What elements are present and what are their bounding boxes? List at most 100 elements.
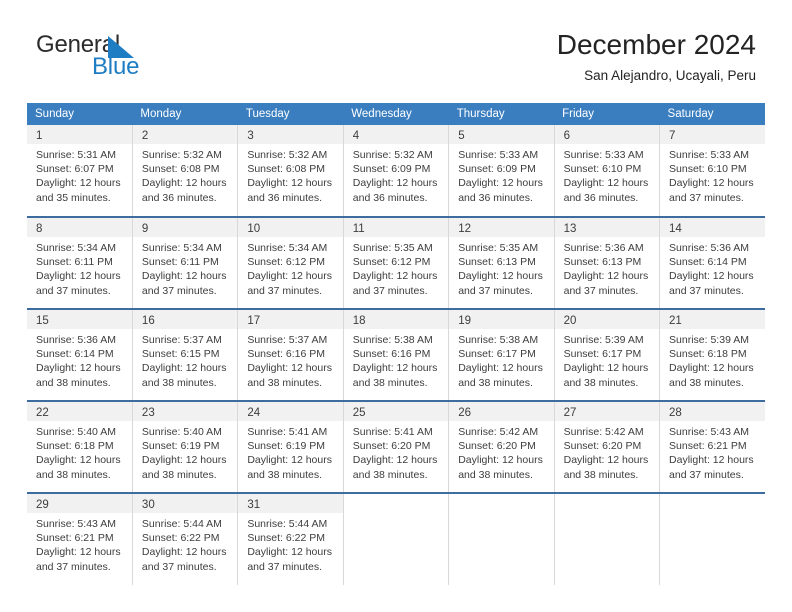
day-cell[interactable]: 14 Sunrise: 5:36 AM Sunset: 6:14 PM Dayl… bbox=[659, 216, 765, 309]
daylight-text-line1: Daylight: 12 hours bbox=[563, 177, 649, 190]
day-number: 11 bbox=[343, 218, 449, 237]
sunset-text: Sunset: 6:19 PM bbox=[247, 440, 325, 453]
sunrise-text: Sunrise: 5:36 AM bbox=[36, 334, 116, 346]
daylight-text-line1: Daylight: 12 hours bbox=[36, 362, 121, 375]
day-cell[interactable]: 27 Sunrise: 5:42 AM Sunset: 6:20 PM Dayl… bbox=[553, 400, 660, 493]
daylight-text-line1: Daylight: 12 hours bbox=[36, 546, 121, 559]
day-number: 21 bbox=[660, 310, 765, 329]
sunrise-text: Sunrise: 5:40 AM bbox=[141, 426, 222, 438]
sunset-text: Sunset: 6:22 PM bbox=[141, 532, 220, 545]
daylight-text-line1: Daylight: 12 hours bbox=[247, 454, 332, 467]
day-cell[interactable]: 6 Sunrise: 5:33 AM Sunset: 6:10 PM Dayli… bbox=[553, 125, 660, 217]
day-cell[interactable]: 3 Sunrise: 5:32 AM Sunset: 6:08 PM Dayli… bbox=[237, 125, 344, 217]
day-details: Sunrise: 5:41 AM Sunset: 6:19 PM Dayligh… bbox=[238, 421, 343, 492]
sunset-text: Sunset: 6:11 PM bbox=[36, 256, 113, 269]
daylight-text-line2: and 38 minutes. bbox=[352, 468, 428, 481]
daylight-text-line2: and 38 minutes. bbox=[563, 376, 639, 389]
day-cell-empty bbox=[448, 492, 555, 585]
daylight-text-line1: Daylight: 12 hours bbox=[669, 177, 754, 190]
day-cell[interactable]: 11 Sunrise: 5:35 AM Sunset: 6:12 PM Dayl… bbox=[342, 216, 449, 309]
daylight-text-line1: Daylight: 12 hours bbox=[352, 362, 438, 375]
sunrise-text: Sunrise: 5:36 AM bbox=[563, 242, 644, 254]
day-cell[interactable]: 31 Sunrise: 5:44 AM Sunset: 6:22 PM Dayl… bbox=[237, 492, 344, 585]
day-cell[interactable]: 20 Sunrise: 5:39 AM Sunset: 6:17 PM Dayl… bbox=[553, 308, 660, 401]
day-number: 24 bbox=[238, 402, 343, 421]
day-number: 18 bbox=[343, 310, 449, 329]
general-blue-logo[interactable]: General Blue bbox=[36, 32, 236, 84]
daylight-text-line2: and 38 minutes. bbox=[141, 468, 217, 481]
day-cell[interactable]: 15 Sunrise: 5:36 AM Sunset: 6:14 PM Dayl… bbox=[27, 308, 133, 401]
day-details: Sunrise: 5:34 AM Sunset: 6:11 PM Dayligh… bbox=[132, 237, 238, 308]
day-number: 4 bbox=[343, 125, 449, 144]
day-cell[interactable]: 8 Sunrise: 5:34 AM Sunset: 6:11 PM Dayli… bbox=[27, 216, 133, 309]
daylight-text-line1: Daylight: 12 hours bbox=[352, 177, 438, 190]
day-details: Sunrise: 5:43 AM Sunset: 6:21 PM Dayligh… bbox=[660, 421, 765, 492]
day-cell[interactable]: 7 Sunrise: 5:33 AM Sunset: 6:10 PM Dayli… bbox=[659, 125, 765, 217]
sunset-text: Sunset: 6:18 PM bbox=[36, 440, 114, 453]
day-cell[interactable]: 22 Sunrise: 5:40 AM Sunset: 6:18 PM Dayl… bbox=[27, 400, 133, 493]
day-cell[interactable]: 19 Sunrise: 5:38 AM Sunset: 6:17 PM Dayl… bbox=[448, 308, 555, 401]
day-number: 17 bbox=[238, 310, 343, 329]
day-details: Sunrise: 5:37 AM Sunset: 6:15 PM Dayligh… bbox=[132, 329, 238, 400]
sunrise-text: Sunrise: 5:41 AM bbox=[352, 426, 433, 438]
daylight-text-line1: Daylight: 12 hours bbox=[458, 270, 543, 283]
day-number bbox=[449, 494, 554, 513]
day-details: Sunrise: 5:39 AM Sunset: 6:18 PM Dayligh… bbox=[660, 329, 765, 400]
day-cell[interactable]: 18 Sunrise: 5:38 AM Sunset: 6:16 PM Dayl… bbox=[342, 308, 449, 401]
day-cell[interactable]: 16 Sunrise: 5:37 AM Sunset: 6:15 PM Dayl… bbox=[131, 308, 238, 401]
sunrise-text: Sunrise: 5:34 AM bbox=[141, 242, 222, 254]
day-details: Sunrise: 5:40 AM Sunset: 6:19 PM Dayligh… bbox=[132, 421, 238, 492]
day-cell[interactable]: 23 Sunrise: 5:40 AM Sunset: 6:19 PM Dayl… bbox=[131, 400, 238, 493]
day-cell[interactable]: 12 Sunrise: 5:35 AM Sunset: 6:13 PM Dayl… bbox=[448, 216, 555, 309]
weekday-header-monday: Monday bbox=[132, 103, 238, 125]
day-cell[interactable]: 10 Sunrise: 5:34 AM Sunset: 6:12 PM Dayl… bbox=[237, 216, 344, 309]
day-number: 14 bbox=[660, 218, 765, 237]
day-details: Sunrise: 5:32 AM Sunset: 6:08 PM Dayligh… bbox=[132, 144, 238, 215]
sunset-text: Sunset: 6:10 PM bbox=[669, 163, 747, 176]
day-cell[interactable]: 1 Sunrise: 5:31 AM Sunset: 6:07 PM Dayli… bbox=[27, 125, 132, 217]
day-cell[interactable]: 5 Sunrise: 5:33 AM Sunset: 6:09 PM Dayli… bbox=[448, 125, 555, 217]
day-cell[interactable]: 2 Sunrise: 5:32 AM Sunset: 6:08 PM Dayli… bbox=[131, 125, 238, 217]
daylight-text-line1: Daylight: 12 hours bbox=[563, 270, 649, 283]
day-cell[interactable]: 17 Sunrise: 5:37 AM Sunset: 6:16 PM Dayl… bbox=[237, 308, 344, 401]
daylight-text-line2: and 37 minutes. bbox=[247, 284, 323, 297]
daylight-text-line2: and 37 minutes. bbox=[563, 284, 639, 297]
daylight-text-line2: and 38 minutes. bbox=[458, 468, 533, 481]
day-number: 7 bbox=[660, 125, 765, 144]
daylight-text-line1: Daylight: 12 hours bbox=[247, 362, 332, 375]
day-cell[interactable]: 25 Sunrise: 5:41 AM Sunset: 6:20 PM Dayl… bbox=[342, 400, 449, 493]
day-cell[interactable]: 28 Sunrise: 5:43 AM Sunset: 6:21 PM Dayl… bbox=[659, 400, 765, 493]
sunset-text: Sunset: 6:17 PM bbox=[458, 348, 536, 361]
sunrise-text: Sunrise: 5:36 AM bbox=[669, 242, 749, 254]
day-cell[interactable]: 4 Sunrise: 5:32 AM Sunset: 6:09 PM Dayli… bbox=[342, 125, 449, 217]
day-cell[interactable]: 26 Sunrise: 5:42 AM Sunset: 6:20 PM Dayl… bbox=[448, 400, 555, 493]
day-cell[interactable]: 13 Sunrise: 5:36 AM Sunset: 6:13 PM Dayl… bbox=[553, 216, 660, 309]
day-number: 9 bbox=[132, 218, 238, 237]
sunrise-text: Sunrise: 5:32 AM bbox=[352, 149, 433, 161]
day-cell[interactable]: 24 Sunrise: 5:41 AM Sunset: 6:19 PM Dayl… bbox=[237, 400, 344, 493]
daylight-text-line1: Daylight: 12 hours bbox=[141, 177, 227, 190]
day-number: 5 bbox=[449, 125, 554, 144]
sunset-text: Sunset: 6:18 PM bbox=[669, 348, 747, 361]
weekday-header-friday: Friday bbox=[554, 103, 660, 125]
day-details: Sunrise: 5:44 AM Sunset: 6:22 PM Dayligh… bbox=[238, 513, 343, 584]
daylight-text-line1: Daylight: 12 hours bbox=[458, 362, 543, 375]
day-cell[interactable]: 29 Sunrise: 5:43 AM Sunset: 6:21 PM Dayl… bbox=[27, 492, 133, 585]
day-number: 26 bbox=[449, 402, 554, 421]
sunrise-text: Sunrise: 5:33 AM bbox=[458, 149, 539, 161]
sunrise-text: Sunrise: 5:39 AM bbox=[563, 334, 644, 346]
sunrise-text: Sunrise: 5:44 AM bbox=[247, 518, 328, 530]
sunset-text: Sunset: 6:11 PM bbox=[141, 256, 219, 269]
daylight-text-line1: Daylight: 12 hours bbox=[247, 177, 332, 190]
sunrise-text: Sunrise: 5:41 AM bbox=[247, 426, 328, 438]
day-details: Sunrise: 5:38 AM Sunset: 6:17 PM Dayligh… bbox=[449, 329, 554, 400]
day-cell[interactable]: 21 Sunrise: 5:39 AM Sunset: 6:18 PM Dayl… bbox=[659, 308, 765, 401]
sunset-text: Sunset: 6:08 PM bbox=[247, 163, 325, 176]
day-number: 6 bbox=[554, 125, 660, 144]
day-details bbox=[343, 513, 449, 584]
daylight-text-line2: and 38 minutes. bbox=[247, 468, 323, 481]
day-details bbox=[449, 513, 554, 584]
day-cell[interactable]: 9 Sunrise: 5:34 AM Sunset: 6:11 PM Dayli… bbox=[131, 216, 238, 309]
day-number: 12 bbox=[449, 218, 554, 237]
day-cell[interactable]: 30 Sunrise: 5:44 AM Sunset: 6:22 PM Dayl… bbox=[131, 492, 238, 585]
